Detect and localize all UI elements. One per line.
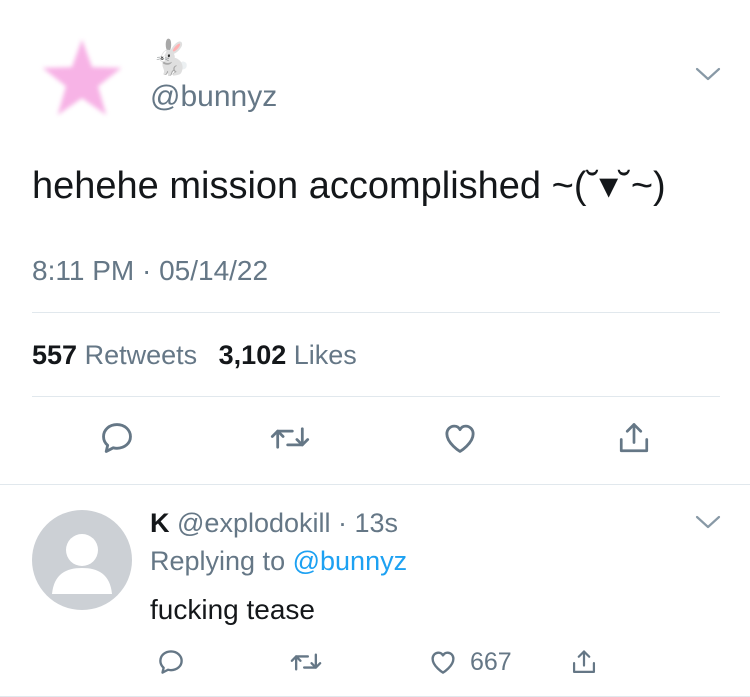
- like-button[interactable]: [436, 414, 484, 462]
- reply-icon: [159, 650, 183, 674]
- retweet-button[interactable]: [266, 414, 314, 462]
- tweet-stats: 557 Retweets 3,102 Likes: [32, 338, 371, 372]
- share-button[interactable]: [610, 414, 658, 462]
- reply-icon: [102, 423, 132, 453]
- user-handle[interactable]: @bunnyz: [150, 80, 277, 114]
- retweet-icon: [270, 427, 310, 449]
- reply-button[interactable]: [93, 414, 141, 462]
- likes-label[interactable]: Likes: [294, 340, 357, 370]
- reply-avatar[interactable]: [32, 510, 132, 610]
- tweet-timestamp: 8:11 PM · 05/14/22: [32, 255, 269, 286]
- reply-like-button[interactable]: [425, 644, 461, 680]
- share-icon: [619, 423, 649, 453]
- divider: [32, 312, 720, 313]
- reply-text: fucking tease: [150, 594, 315, 625]
- like-icon: [445, 424, 475, 453]
- reply-time: · 13s: [338, 508, 399, 538]
- profile-avatar-star[interactable]: [40, 36, 124, 120]
- reply-retweet-button[interactable]: [288, 644, 324, 680]
- replying-prefix: Replying to: [150, 546, 286, 576]
- display-name-emoji[interactable]: 🐇: [150, 38, 192, 78]
- default-avatar-icon: [52, 534, 112, 594]
- retweets-count[interactable]: 557: [32, 340, 77, 370]
- replying-to: Replying to @bunnyz: [150, 544, 407, 578]
- replying-mention[interactable]: @bunnyz: [293, 546, 407, 576]
- reply-reply-button[interactable]: [153, 644, 189, 680]
- reply-like-count: 667: [470, 648, 512, 676]
- chevron-down-icon[interactable]: [694, 64, 722, 84]
- reply-share-button[interactable]: [566, 644, 602, 680]
- like-icon: [431, 651, 455, 674]
- divider: [0, 484, 750, 485]
- likes-count[interactable]: 3,102: [219, 340, 287, 370]
- retweets-label[interactable]: Retweets: [85, 340, 198, 370]
- reply-header: K @explodokill · 13s: [150, 506, 398, 540]
- tweet-text: hehehe mission accomplished ~(˘▾˘~): [32, 165, 666, 207]
- retweet-icon: [290, 653, 322, 671]
- reply-display-name[interactable]: K: [150, 508, 170, 538]
- reply-handle[interactable]: @explodokill: [177, 508, 330, 538]
- chevron-down-icon[interactable]: [694, 512, 722, 532]
- share-icon: [572, 650, 596, 674]
- divider: [32, 396, 720, 397]
